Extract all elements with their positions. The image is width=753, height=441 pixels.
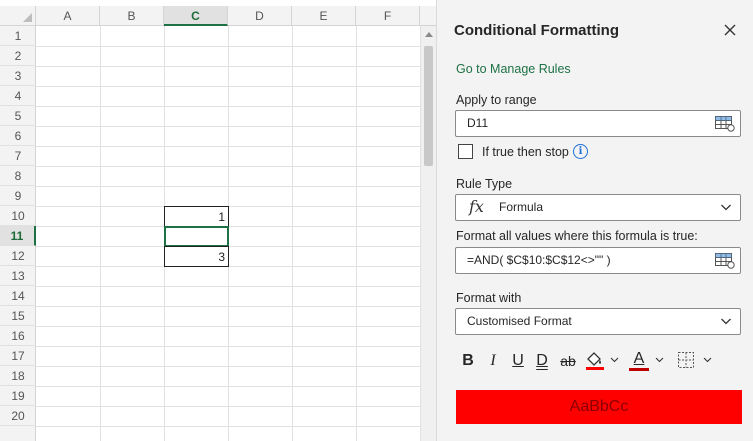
column-header-a[interactable]: A [36,6,100,26]
range-selector-icon[interactable] [715,116,735,132]
row-header[interactable]: 17 [0,346,36,366]
rule-type-label: Rule Type [456,177,513,191]
cell-c12[interactable]: 3 [164,246,229,267]
info-icon[interactable]: i [573,144,588,159]
apply-to-range-label: Apply to range [456,93,537,107]
column-header-d[interactable]: D [228,6,292,26]
font-color-swatch [629,368,649,371]
row-header[interactable]: 15 [0,306,36,326]
column-header-c[interactable]: C [164,6,228,26]
row-header[interactable]: 7 [0,146,36,166]
italic-button[interactable]: I [485,349,501,373]
borders-icon[interactable] [677,351,695,369]
row-header[interactable]: 12 [0,246,36,266]
fill-color-bucket-icon[interactable] [584,350,606,372]
if-true-then-stop-label: If true then stop [482,145,569,159]
row-header[interactable]: 8 [0,166,36,186]
row-header[interactable]: 4 [0,86,36,106]
spreadsheet-grid-area: A B C D E F 1 2 3 4 5 6 7 8 9 10 11 12 1… [0,0,436,441]
format-with-value: Customised Format [467,314,572,328]
row-header[interactable]: 10 [0,206,36,226]
pane-title: Conditional Formatting [454,22,619,39]
row-header[interactable]: 2 [0,46,36,66]
format-preview: AaBbCc [456,390,742,424]
apply-to-range-value: D11 [467,116,489,130]
scroll-up-arrow-icon[interactable] [425,32,433,37]
function-fx-icon: fx [469,197,484,216]
column-header-b[interactable]: B [100,6,164,26]
cell-c11-active[interactable] [164,226,229,247]
underline-button[interactable]: U [509,349,527,373]
row-header[interactable]: 16 [0,326,36,346]
range-selector-icon[interactable] [715,253,735,269]
rule-type-value: Formula [499,200,544,214]
column-headers: A B C D E F [36,6,436,26]
close-icon [724,24,736,36]
formula-value: =AND( $C$10:$C$12<>"" ) [467,253,611,267]
cell-c10[interactable]: 1 [164,206,229,227]
apply-to-range-input[interactable]: D11 [455,110,741,137]
format-with-label: Format with [456,291,522,305]
column-header-f[interactable]: F [356,6,420,26]
row-header[interactable]: 1 [0,26,36,46]
row-header[interactable]: 20 [0,406,36,426]
row-header[interactable]: 3 [0,66,36,86]
row-header[interactable]: 9 [0,186,36,206]
select-all-triangle-icon [23,13,32,22]
if-true-then-stop-checkbox[interactable] [458,144,473,159]
cell-grid[interactable]: 1 3 [36,26,420,441]
double-underline-button[interactable]: D [533,349,551,373]
fill-color-dropdown-chevron-icon[interactable] [610,355,619,364]
row-header[interactable]: 19 [0,386,36,406]
strikethrough-button[interactable]: ab [557,349,579,373]
chevron-down-icon [721,318,731,325]
scrollbar-thumb[interactable] [424,46,433,166]
formula-input[interactable]: =AND( $C$10:$C$12<>"" ) [455,247,741,274]
close-pane-button[interactable] [720,19,740,41]
row-header-selected[interactable]: 11 [0,226,36,246]
bold-button[interactable]: B [459,349,477,373]
row-header[interactable]: 5 [0,106,36,126]
row-headers: 1 2 3 4 5 6 7 8 9 10 11 12 13 14 15 16 1… [0,26,36,441]
select-all-corner[interactable] [0,6,36,26]
format-with-dropdown[interactable]: Customised Format [455,308,741,335]
manage-rules-link[interactable]: Go to Manage Rules [456,62,571,76]
rule-type-dropdown[interactable]: fx Formula [455,194,741,221]
row-header[interactable]: 14 [0,286,36,306]
row-header[interactable]: 13 [0,266,36,286]
chevron-down-icon [721,204,731,211]
row-header[interactable]: 18 [0,366,36,386]
conditional-formatting-pane: Conditional Formatting Go to Manage Rule… [436,0,753,441]
row-header[interactable]: 6 [0,126,36,146]
column-header-e[interactable]: E [292,6,356,26]
font-color-dropdown-chevron-icon[interactable] [655,355,664,364]
formula-label: Format all values where this formula is … [456,229,698,243]
vertical-scrollbar[interactable] [420,26,436,441]
borders-dropdown-chevron-icon[interactable] [703,355,712,364]
